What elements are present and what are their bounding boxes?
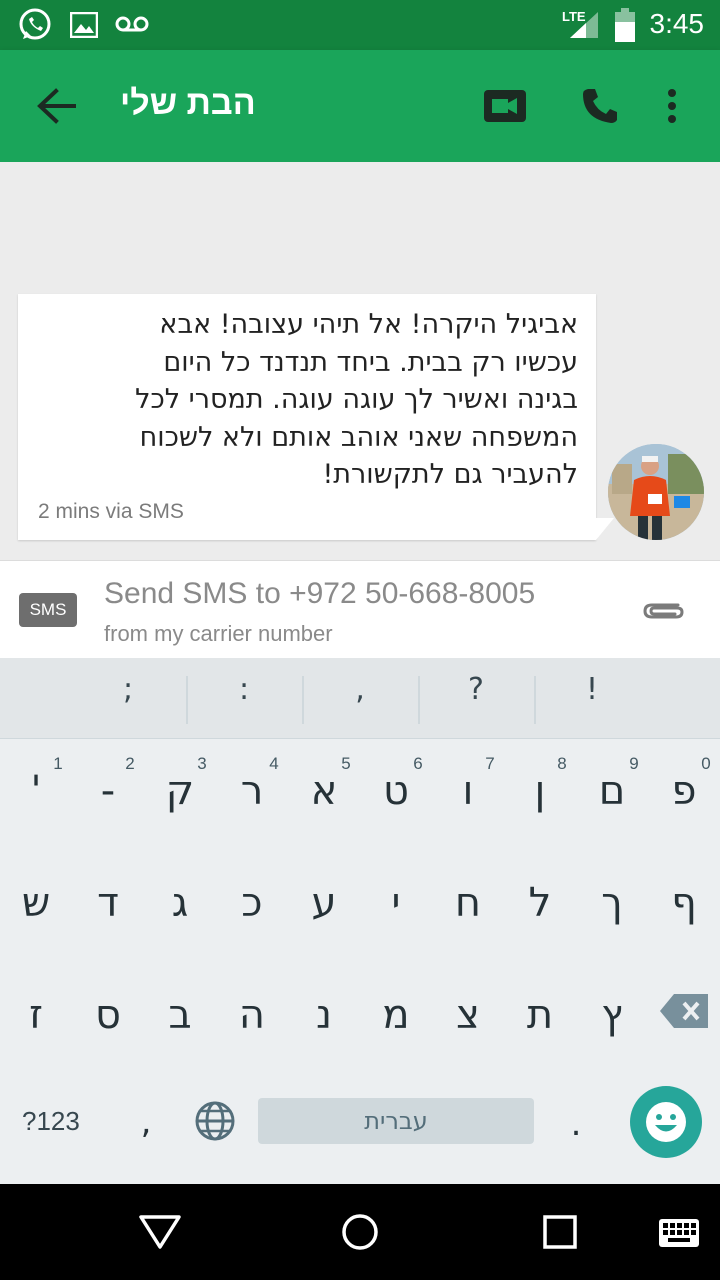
suggestion-semicolon[interactable]: ; xyxy=(78,672,178,707)
suggestion-exclamation[interactable]: ! xyxy=(542,672,642,707)
key-het[interactable]: ח xyxy=(438,880,498,926)
suggestion-divider xyxy=(186,676,188,724)
keyboard: ; : , ? ! פ 0 ם 9 ן 8 ו 7 ט 6 א 5 ר 4 ק … xyxy=(0,658,720,1184)
message-line: המשפחה שאני אוהב אותם ולא לשכוח xyxy=(139,421,578,453)
message-line: בגינה ואשיר לך עוגה עוגה. תמסרי לכל xyxy=(135,384,578,415)
key-apostrophe[interactable]: ' xyxy=(6,768,66,814)
image-notification-icon xyxy=(70,12,98,38)
key-alef[interactable]: א xyxy=(294,768,354,814)
key-lamed[interactable]: ל xyxy=(510,880,570,926)
attach-icon[interactable] xyxy=(642,599,686,623)
key-gimel[interactable]: ג xyxy=(150,880,210,926)
compose-bar: SMS Send SMS to +972 50-668-8005 from my… xyxy=(0,560,720,659)
key-final-tsadi[interactable]: ץ xyxy=(582,992,642,1038)
suggestion-divider xyxy=(534,676,536,724)
key-hint-7: 7 xyxy=(485,754,495,773)
key-shin[interactable]: ש xyxy=(6,880,66,926)
message-input[interactable]: Send SMS to +972 50-668-8005 xyxy=(104,577,535,611)
space-bar[interactable]: עברית xyxy=(258,1098,534,1144)
app-bar: הבת שלי xyxy=(0,50,720,162)
key-period[interactable]: . xyxy=(546,1104,606,1144)
key-final-pe[interactable]: ף xyxy=(654,880,714,926)
clock: 3:45 xyxy=(649,8,705,39)
compose-subtitle: from my carrier number xyxy=(104,621,333,646)
key-vav[interactable]: ו xyxy=(438,768,498,814)
globe-icon[interactable] xyxy=(194,1100,236,1142)
key-he[interactable]: ה xyxy=(222,992,282,1038)
navigation-bar xyxy=(0,1184,720,1280)
key-comma[interactable]: , xyxy=(116,1102,176,1142)
key-kaf[interactable]: כ xyxy=(222,880,282,926)
key-hyphen[interactable]: - xyxy=(78,768,138,814)
battery-icon xyxy=(615,8,635,42)
key-hint-5: 5 xyxy=(341,754,351,773)
key-hint-1: 1 xyxy=(53,754,63,773)
key-tet[interactable]: ט xyxy=(366,768,426,814)
message-text: אביגיל היקרה! אל תיהי עצובה! אבא עכשיו ר… xyxy=(58,306,578,494)
suggestion-comma[interactable]: , xyxy=(310,672,410,707)
key-resh[interactable]: ר xyxy=(222,768,282,814)
key-zayin[interactable]: ז xyxy=(6,992,66,1038)
suggestion-divider xyxy=(302,676,304,724)
key-hint-2: 2 xyxy=(125,754,135,773)
key-hint-0: 0 xyxy=(701,754,711,773)
key-hint-9: 9 xyxy=(629,754,639,773)
key-nun[interactable]: נ xyxy=(294,992,354,1038)
suggestion-question[interactable]: ? xyxy=(426,672,526,707)
key-hint-4: 4 xyxy=(269,754,279,773)
message-line: אביגיל היקרה! אל תיהי עצובה! אבא xyxy=(159,309,578,340)
key-tav[interactable]: ת xyxy=(510,992,570,1038)
symbols-key[interactable]: ?123 xyxy=(22,1106,80,1137)
key-hint-3: 3 xyxy=(197,754,207,773)
phone-icon[interactable] xyxy=(581,87,619,125)
key-tsadi[interactable]: צ xyxy=(438,992,498,1038)
message-line: עכשיו רק בבית. ביחד תנדנד כל היום xyxy=(163,346,578,378)
whatsapp-icon xyxy=(19,8,51,40)
suggestion-colon[interactable]: : xyxy=(194,672,294,707)
backspace-icon[interactable] xyxy=(660,994,708,1028)
key-hint-6: 6 xyxy=(413,754,423,773)
conversation-title: הבת שלי xyxy=(120,84,256,122)
message-timestamp: 2 mins via SMS xyxy=(38,500,184,523)
key-hint-8: 8 xyxy=(557,754,567,773)
avatar-photo xyxy=(608,444,704,540)
status-bar: LTE 3:45 xyxy=(0,0,720,50)
recents-nav-icon[interactable] xyxy=(542,1214,578,1250)
avatar[interactable] xyxy=(608,444,704,540)
more-vert-icon[interactable] xyxy=(666,88,678,124)
suggestion-strip: ; : , ? ! xyxy=(0,658,720,739)
message-line: להעביר גם לתקשורת! xyxy=(322,459,578,490)
key-final-kaf[interactable]: ך xyxy=(582,880,642,926)
key-mem[interactable]: מ xyxy=(366,992,426,1038)
conversation-area[interactable]: אביגיל היקרה! אל תיהי עצובה! אבא עכשיו ר… xyxy=(0,162,720,560)
key-final-nun[interactable]: ן xyxy=(510,768,570,814)
emoji-icon xyxy=(646,1102,686,1142)
keyboard-switch-icon[interactable] xyxy=(658,1218,700,1248)
key-pe[interactable]: פ xyxy=(654,768,714,814)
back-nav-icon[interactable] xyxy=(138,1214,182,1250)
key-dalet[interactable]: ד xyxy=(78,880,138,926)
key-yod[interactable]: י xyxy=(366,880,426,926)
emoji-button[interactable] xyxy=(630,1086,702,1158)
signal-icon xyxy=(570,12,598,38)
home-nav-icon[interactable] xyxy=(340,1212,380,1252)
key-samekh[interactable]: ס xyxy=(78,992,138,1038)
key-bet[interactable]: ב xyxy=(150,992,210,1038)
key-ayin[interactable]: ע xyxy=(294,880,354,926)
video-call-icon[interactable] xyxy=(484,90,526,122)
message-bubble-tail xyxy=(596,518,614,540)
voicemail-icon xyxy=(115,16,149,32)
suggestion-divider xyxy=(418,676,420,724)
key-qof[interactable]: ק xyxy=(150,768,210,814)
back-arrow-icon[interactable] xyxy=(36,88,76,124)
key-final-mem[interactable]: ם xyxy=(582,768,642,814)
sms-badge: SMS xyxy=(19,593,77,627)
